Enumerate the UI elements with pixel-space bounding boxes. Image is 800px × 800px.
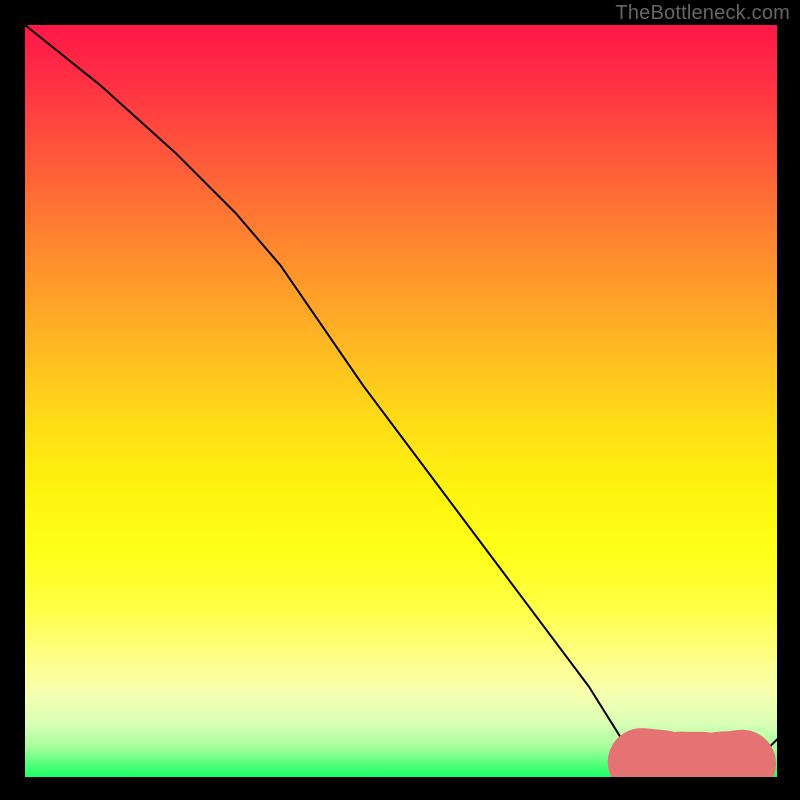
highlight-segment xyxy=(642,762,744,766)
chart-overlay xyxy=(25,25,777,777)
series-curve xyxy=(25,25,777,766)
watermark-text: TheBottleneck.com xyxy=(615,2,790,25)
plot-area xyxy=(25,25,777,777)
chart-frame: TheBottleneck.com xyxy=(0,0,800,800)
highlight-end-dot xyxy=(733,753,754,774)
